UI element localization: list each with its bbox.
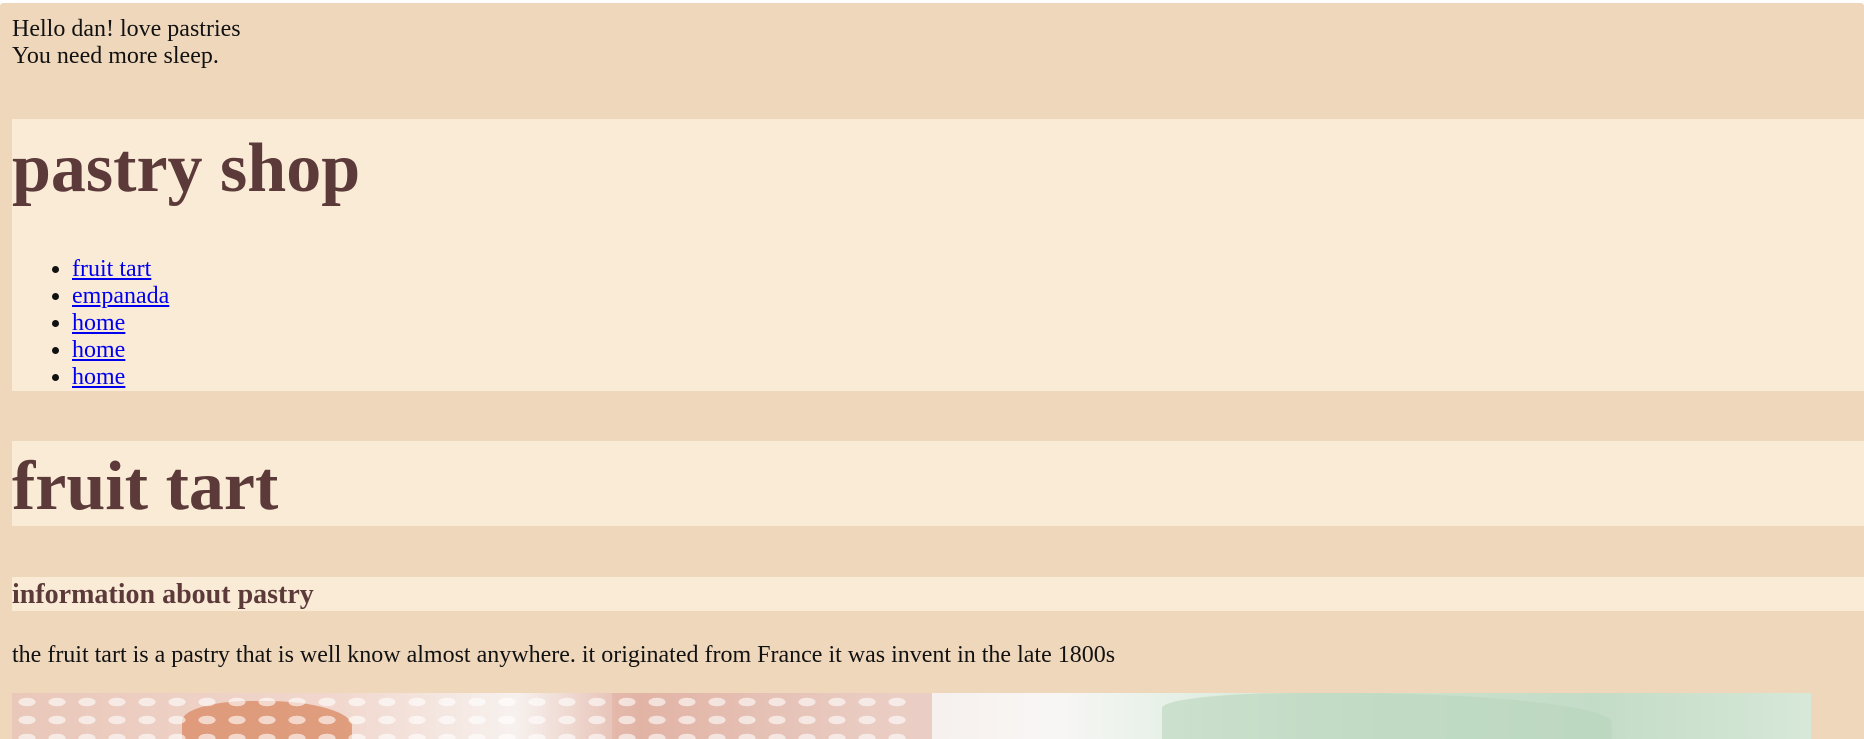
nav-item: fruit tart — [72, 256, 169, 283]
nav-item: home — [72, 364, 169, 391]
page-title: fruit tart — [12, 448, 279, 525]
nav-item: empanada — [72, 283, 169, 310]
nav-link-home[interactable]: home — [72, 337, 125, 363]
site-title: pastry shop — [12, 130, 361, 207]
image-texture — [12, 693, 912, 739]
nav-link-empanada[interactable]: empanada — [72, 283, 169, 309]
nav-item: home — [72, 310, 169, 337]
page: Hello dan! love pastries You need more s… — [0, 3, 1864, 739]
fruit-tart-image — [12, 693, 1811, 739]
greeting-text: Hello dan! love pastries — [12, 16, 241, 42]
page-title-band — [12, 441, 1864, 526]
image-detail — [1162, 693, 1612, 739]
pastry-description: the fruit tart is a pastry that is well … — [12, 642, 1116, 668]
section-heading: information about pastry — [12, 579, 314, 610]
nav-list: fruit tart empanada home home home — [12, 256, 169, 391]
nav-link-home[interactable]: home — [72, 364, 125, 390]
nav-link-fruit-tart[interactable]: fruit tart — [72, 256, 151, 282]
sleep-message: You need more sleep. — [12, 43, 219, 69]
nav-link-home[interactable]: home — [72, 310, 125, 336]
greeting-block: Hello dan! love pastries You need more s… — [12, 16, 241, 70]
nav-item: home — [72, 337, 169, 364]
